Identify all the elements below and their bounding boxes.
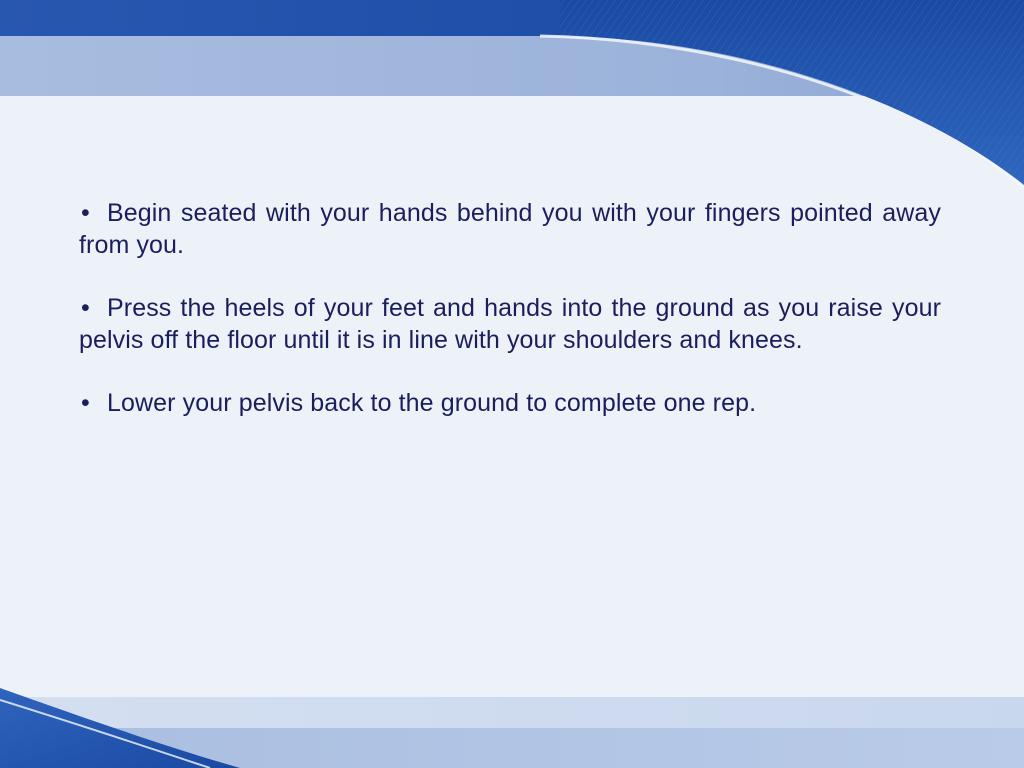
bullet-list: • Begin seated with your hands behind you…: [79, 197, 941, 450]
bullet-icon: •: [81, 199, 90, 227]
bullet-item: • Lower your pelvis back to the ground to…: [79, 387, 941, 419]
slide: • Begin seated with your hands behind you…: [0, 0, 1024, 768]
bullet-text: Press the heels of your feet and hands i…: [79, 294, 941, 354]
bullet-icon: •: [81, 294, 90, 322]
bullet-icon: •: [81, 389, 90, 417]
bullet-item: • Press the heels of your feet and hands …: [79, 292, 941, 356]
bullet-text: Begin seated with your hands behind you …: [79, 199, 941, 259]
bullet-text: Lower your pelvis back to the ground to …: [107, 389, 757, 417]
bullet-item: • Begin seated with your hands behind you…: [79, 197, 941, 261]
